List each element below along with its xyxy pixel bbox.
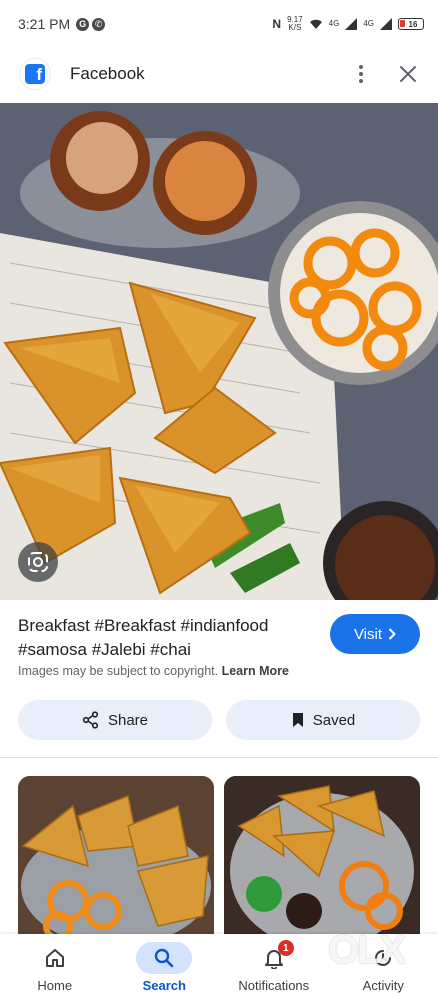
signal-icon <box>345 18 358 30</box>
bookmark-icon <box>292 713 303 727</box>
food-photo <box>0 103 438 600</box>
sim1-label: 4G <box>328 19 340 28</box>
google-notification-icon: G <box>76 17 90 31</box>
app-header: f Facebook <box>0 48 438 100</box>
share-button[interactable]: Share <box>18 700 212 740</box>
close-icon[interactable] <box>398 64 418 84</box>
search-icon <box>155 948 174 968</box>
notification-badge: 1 <box>277 940 294 956</box>
status-time: 3:21 PM <box>18 16 71 32</box>
whatsapp-notification-icon: ✆ <box>92 17 106 31</box>
home-icon <box>45 949 64 967</box>
divider <box>0 757 438 758</box>
copyright-notice: Images may be subject to copyright. Lear… <box>18 664 289 678</box>
net-speed: 9.17 K/S <box>287 15 303 32</box>
samosa-jalebi-photo <box>18 776 214 936</box>
sim2-label: 4G <box>363 19 374 28</box>
nav-home[interactable]: Home <box>0 934 110 998</box>
more-options-icon[interactable] <box>352 63 370 85</box>
share-icon <box>82 711 99 729</box>
samosa-platter-photo <box>224 776 420 936</box>
visit-button[interactable]: Visit <box>330 614 420 654</box>
nfc-icon: N <box>272 17 282 31</box>
nav-activity[interactable]: Activity <box>329 934 438 998</box>
lens-search-button[interactable] <box>18 542 58 582</box>
signal-icon <box>380 18 392 30</box>
learn-more-link[interactable]: Learn More <box>222 664 289 678</box>
result-image[interactable] <box>0 103 438 600</box>
nav-notifications[interactable]: 1 Notifications <box>219 934 329 998</box>
related-image-2[interactable] <box>224 776 420 936</box>
related-image-1[interactable] <box>18 776 214 936</box>
battery-icon: 16 <box>398 18 424 30</box>
status-bar: 3:21 PM G ✆ N 9.17 K/S 4G 4G 16 <box>0 0 438 48</box>
source-title: Facebook <box>70 64 145 83</box>
lens-icon <box>28 552 48 572</box>
chevron-right-icon <box>388 628 396 640</box>
nav-search[interactable]: Search <box>110 934 220 998</box>
facebook-logo-icon: f <box>20 59 50 89</box>
bottom-navigation: Home Search 1 Notifications Activity <box>0 934 438 998</box>
result-caption[interactable]: Breakfast #Breakfast #indianfood #samosa… <box>18 614 318 662</box>
wifi-icon <box>309 19 322 29</box>
saved-button[interactable]: Saved <box>226 700 420 740</box>
activity-icon <box>375 950 392 966</box>
status-indicators: N 9.17 K/S 4G 4G 16 <box>272 16 424 32</box>
